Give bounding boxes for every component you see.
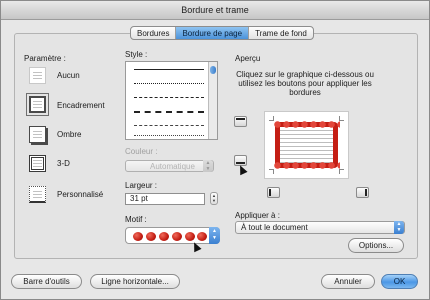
preview-area[interactable]	[264, 111, 349, 179]
setting-custom-label[interactable]: Personnalisé	[57, 190, 103, 199]
art-popup-arrows-icon: ▲ ▼	[209, 227, 220, 244]
art-popup[interactable]: ▲ ▼	[125, 227, 220, 244]
cancel-button[interactable]: Annuler	[321, 274, 375, 289]
options-button[interactable]: Options...	[348, 238, 404, 253]
setting-box-label[interactable]: Encadrement	[57, 101, 105, 110]
style-scrollbar[interactable]	[208, 62, 217, 139]
setting-none-icon[interactable]	[29, 67, 46, 84]
setting-3d-label[interactable]: 3-D	[57, 159, 70, 168]
dialog-window: Bordure et trame Bordures Bordure de pag…	[0, 0, 430, 300]
style-dashed[interactable]	[134, 97, 204, 98]
ok-button[interactable]: OK	[381, 274, 418, 289]
style-heading: Style :	[125, 50, 148, 59]
setting-shadow-label[interactable]: Ombre	[57, 130, 81, 139]
right-border-button[interactable]	[356, 187, 369, 198]
color-popup[interactable]: Automatique ▲ ▼	[125, 160, 214, 172]
horizontal-line-button[interactable]: Ligne horizontale...	[90, 274, 180, 289]
settings-heading: Paramètre :	[24, 54, 66, 63]
style-solid[interactable]	[134, 69, 204, 70]
apply-popup[interactable]: À tout le document ▲ ▼	[235, 221, 405, 234]
style-list[interactable]	[125, 61, 218, 140]
width-label: Largeur :	[125, 181, 158, 190]
toolbar-button[interactable]: Barre d'outils	[11, 274, 82, 289]
window-title: Bordure et trame	[1, 1, 429, 20]
setting-shadow-icon[interactable]	[29, 126, 46, 143]
tab-shading[interactable]: Trame de fond	[249, 27, 313, 39]
setting-box-icon[interactable]	[26, 93, 49, 116]
color-value: Automatique	[150, 162, 195, 171]
style-scroll-thumb[interactable]	[210, 66, 216, 74]
apply-popup-arrows-icon: ▲ ▼	[394, 221, 404, 234]
tab-borders[interactable]: Bordures	[131, 27, 177, 39]
left-border-button[interactable]	[267, 187, 280, 198]
art-label: Motif :	[125, 215, 147, 224]
tab-bar: Bordures Bordure de page Trame de fond	[130, 26, 314, 40]
style-long-dash[interactable]	[134, 111, 204, 113]
apply-label: Appliquer à :	[235, 211, 280, 220]
preview-heading: Aperçu	[235, 54, 261, 63]
setting-none-label[interactable]: Aucun	[57, 71, 80, 80]
style-dotted[interactable]	[134, 83, 204, 84]
style-dash-dot-dot[interactable]	[134, 135, 204, 136]
tab-page-border[interactable]: Bordure de page	[176, 27, 250, 39]
setting-3d-icon[interactable]	[29, 155, 46, 172]
style-dash-dot[interactable]	[134, 125, 204, 126]
top-border-button[interactable]	[234, 116, 247, 127]
setting-custom-icon[interactable]	[29, 186, 46, 203]
color-popup-arrows-icon: ▲ ▼	[203, 160, 213, 172]
preview-instructions: Cliquez sur le graphique ci-dessous ou u…	[236, 70, 374, 97]
color-label: Couleur :	[125, 147, 158, 156]
width-stepper[interactable]: ▲ ▼	[210, 192, 218, 205]
width-field[interactable]: 31 pt	[125, 193, 205, 205]
apply-value: À tout le document	[241, 223, 308, 232]
